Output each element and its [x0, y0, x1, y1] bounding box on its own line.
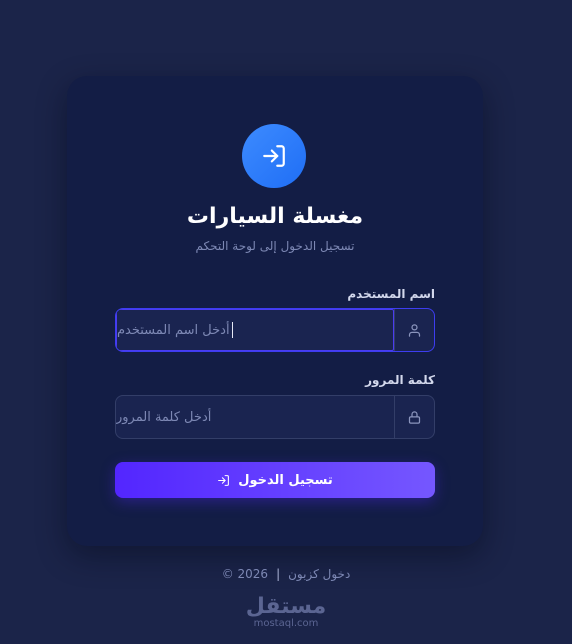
password-field[interactable]: أدخل كلمة المرور [115, 395, 435, 439]
login-page: مغسلة السيارات تسجيل الدخول إلى لوحة الت… [0, 0, 572, 644]
username-icon-box [394, 309, 434, 351]
password-input[interactable]: أدخل كلمة المرور [116, 396, 394, 438]
page-subtitle: تسجيل الدخول إلى لوحة التحكم [195, 239, 355, 253]
mostaql-watermark: مستقل mostaql.com [0, 596, 572, 630]
footer-copyright: © 2026 [221, 567, 269, 581]
password-icon-box [394, 396, 434, 438]
username-placeholder: أدخل اسم المستخدم [117, 322, 230, 338]
customer-login-link[interactable]: دخول كزبون [288, 567, 350, 581]
footer: © 2026 | دخول كزبون [0, 567, 572, 581]
password-placeholder: أدخل كلمة المرور [116, 409, 212, 425]
user-icon [408, 323, 421, 337]
text-caret [231, 322, 233, 338]
lock-icon [408, 410, 421, 424]
page-title: مغسلة السيارات [186, 204, 364, 229]
login-button-label: تسجيل الدخول [238, 472, 333, 488]
password-label: كلمة المرور [365, 373, 435, 387]
login-arrow-icon [218, 474, 230, 486]
username-label: اسم المستخدم [347, 287, 435, 301]
login-card: مغسلة السيارات تسجيل الدخول إلى لوحة الت… [67, 76, 483, 546]
app-logo [242, 124, 306, 188]
username-input[interactable]: أدخل اسم المستخدم [116, 309, 394, 351]
footer-separator: | [276, 567, 281, 581]
username-field[interactable]: أدخل اسم المستخدم [115, 308, 435, 352]
watermark-arabic: مستقل [245, 594, 327, 619]
login-icon [263, 145, 285, 167]
login-button[interactable]: تسجيل الدخول [115, 462, 435, 498]
watermark-latin: mostaql.com [253, 618, 319, 629]
